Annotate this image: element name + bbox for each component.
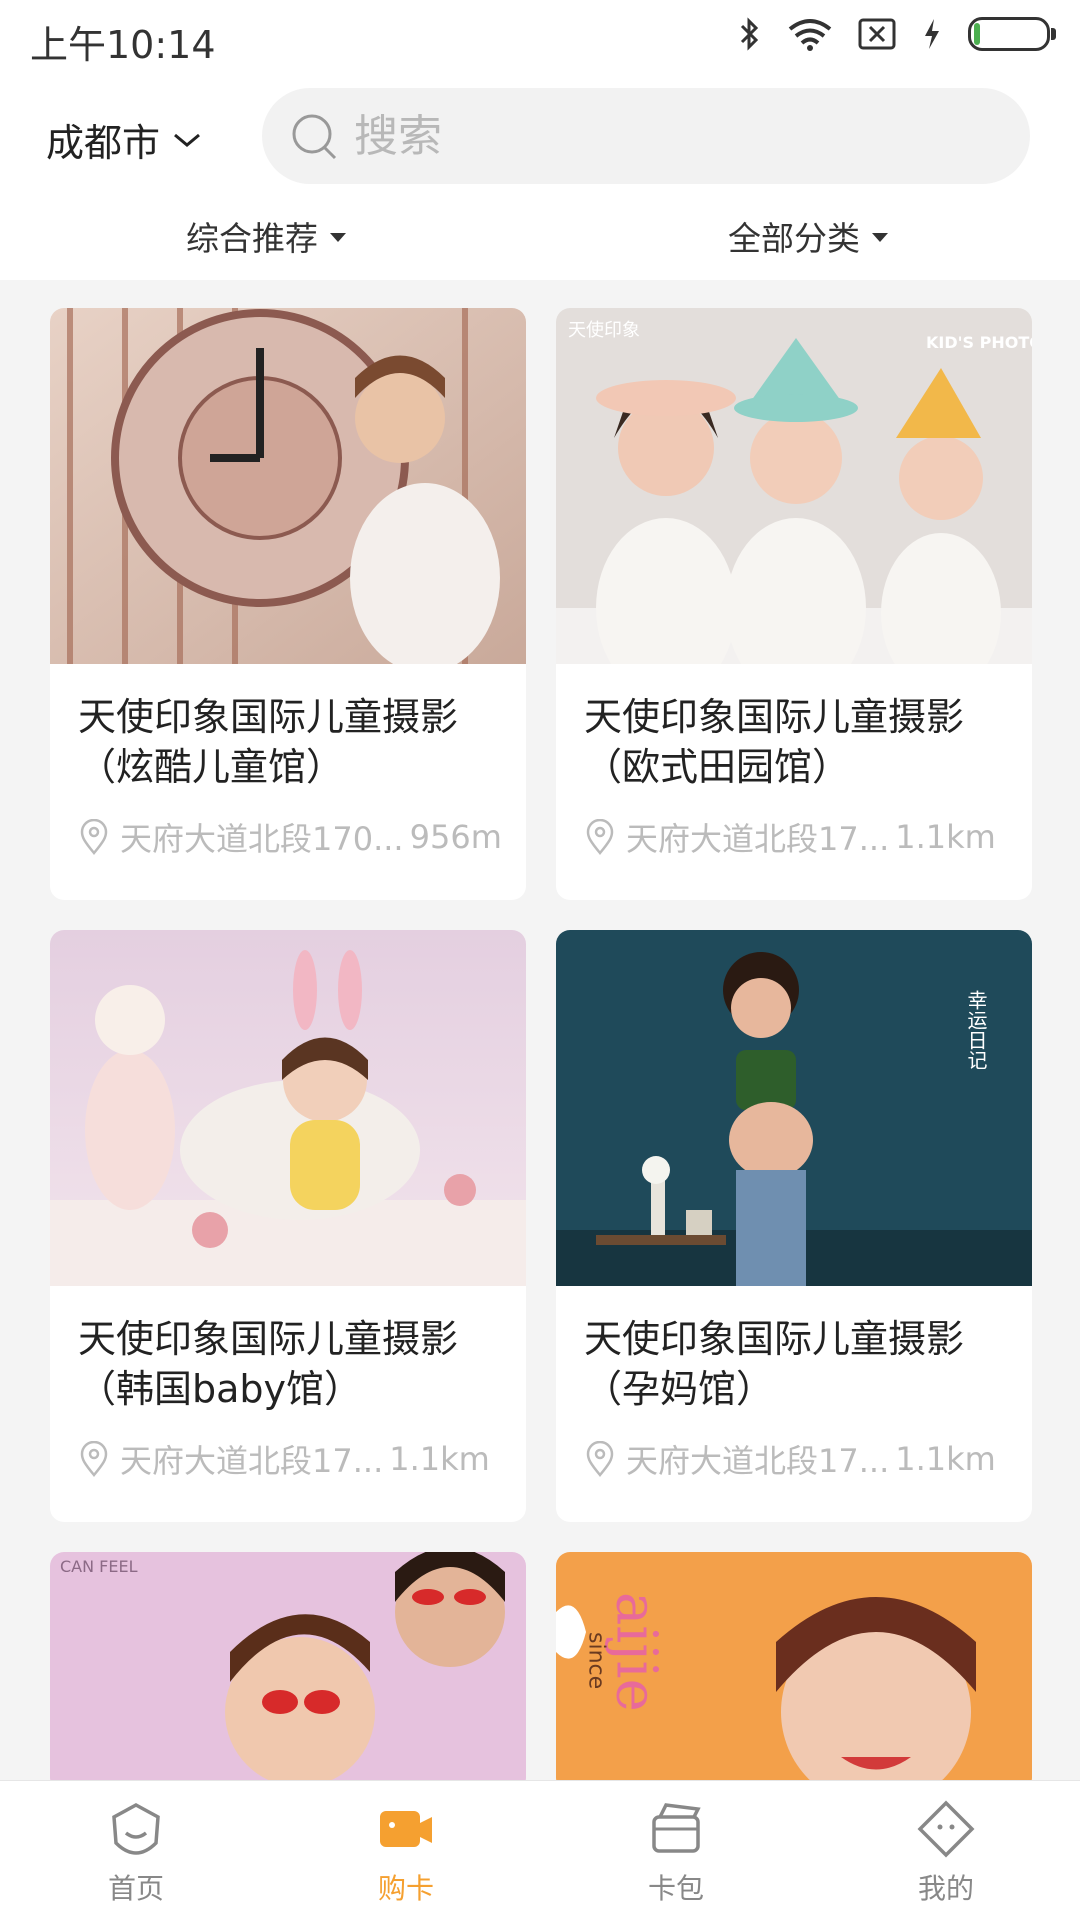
store-card[interactable]: 天使印象国际儿童摄影（炫酷儿童馆） 天府大道北段170... 956m <box>50 308 526 900</box>
tab-card-wallet[interactable]: 卡包 <box>616 1799 736 1907</box>
store-address: 天府大道北段17... <box>626 1442 890 1480</box>
search-icon <box>292 114 337 160</box>
charging-icon <box>925 19 939 49</box>
city-label: 成都市 <box>46 121 161 165</box>
tab-buy-card[interactable]: 购卡 <box>346 1799 466 1907</box>
store-card[interactable]: aijie since <box>556 1552 1032 1792</box>
tab-home[interactable]: 首页 <box>76 1799 196 1907</box>
tab-label: 购卡 <box>377 1872 434 1905</box>
bluetooth-icon <box>740 17 759 51</box>
search-bar[interactable] <box>262 88 1030 184</box>
buy-card-icon <box>380 1811 432 1847</box>
category-filter-label: 全部分类 <box>728 219 860 258</box>
status-time: 上午10:14 <box>30 23 216 67</box>
category-filter[interactable]: 全部分类 <box>728 212 888 260</box>
store-distance: 956m <box>409 818 502 856</box>
home-icon <box>112 1803 160 1855</box>
tab-label: 卡包 <box>647 1872 704 1905</box>
store-title: 天使印象国际儿童摄影（韩国baby馆） <box>78 1317 459 1411</box>
profile-icon <box>917 1800 975 1858</box>
photo-brand-text: 天使印象 <box>568 320 640 341</box>
city-selector[interactable]: 成都市 <box>46 112 202 167</box>
store-address: 天府大道北段17... <box>626 820 890 858</box>
store-address: 天府大道北段17... <box>120 1442 384 1480</box>
store-location: 天府大道北段17... 1.1km <box>584 814 1032 860</box>
sort-filter-label: 综合推荐 <box>186 219 318 258</box>
store-card[interactable]: 天使印象国际儿童摄影（韩国baby馆） 天府大道北段17... 1.1km <box>50 930 526 1522</box>
status-icons <box>738 16 1056 52</box>
store-title: 天使印象国际儿童摄影（孕妈馆） <box>584 1317 965 1411</box>
location-pin-icon <box>80 819 108 855</box>
location-pin-icon <box>586 1441 614 1477</box>
bottom-tab-bar: 首页 购卡 卡包 我的 <box>0 1780 1080 1921</box>
store-photo: 天使印象 KID'S PHOTO <box>556 308 1032 664</box>
caret-down-icon <box>330 232 346 242</box>
store-title: 天使印象国际儿童摄影（欧式田园馆） <box>584 695 965 789</box>
store-card[interactable]: CAN FEEL <box>50 1552 526 1792</box>
store-title: 天使印象国际儿童摄影（炫酷儿童馆） <box>78 695 459 789</box>
store-distance: 1.1km <box>895 818 996 856</box>
chevron-down-icon <box>174 133 200 147</box>
store-card[interactable]: 幸运日记 天使印象国际儿童摄影（孕妈馆） 天府大道北段17... 1.1km <box>556 930 1032 1522</box>
store-address: 天府大道北段170... <box>120 820 404 858</box>
wifi-icon <box>788 19 832 51</box>
location-pin-icon <box>586 819 614 855</box>
photo-brand-text: aijie <box>604 1592 669 1712</box>
store-photo <box>50 930 526 1286</box>
store-card[interactable]: 天使印象 KID'S PHOTO 天使印象国际儿童摄影（欧式田园馆） 天府大道北… <box>556 308 1032 900</box>
header: 成都市 综合推荐 全部分类 <box>0 76 1080 280</box>
tab-label: 首页 <box>107 1872 164 1905</box>
store-location: 天府大道北段17... 1.1km <box>584 1436 1032 1482</box>
caret-down-icon <box>872 232 888 242</box>
no-sim-icon <box>858 18 896 50</box>
card-wallet-icon <box>652 1803 701 1853</box>
photo-caption-text: KID'S PHOTO <box>926 333 1032 352</box>
photo-caption-text: 幸运日记 <box>964 990 988 1070</box>
store-photo: 幸运日记 <box>556 930 1032 1286</box>
store-photo <box>50 308 526 664</box>
photo-caption-text: CAN FEEL <box>60 1557 138 1576</box>
status-bar: 上午10:14 <box>0 0 1080 76</box>
store-location: 天府大道北段170... 956m <box>78 814 526 860</box>
tab-profile[interactable]: 我的 <box>886 1799 1006 1907</box>
photo-caption-text: since <box>584 1632 609 1689</box>
store-photo: aijie since <box>556 1552 1032 1792</box>
store-distance: 1.1km <box>895 1440 996 1478</box>
sort-filter[interactable]: 综合推荐 <box>186 212 346 260</box>
store-photo: CAN FEEL <box>50 1552 526 1792</box>
store-location: 天府大道北段17... 1.1km <box>78 1436 526 1482</box>
tab-label: 我的 <box>917 1872 974 1905</box>
search-input[interactable] <box>352 109 956 163</box>
store-distance: 1.1km <box>389 1440 490 1478</box>
battery-icon <box>968 17 1056 51</box>
location-pin-icon <box>80 1441 108 1477</box>
